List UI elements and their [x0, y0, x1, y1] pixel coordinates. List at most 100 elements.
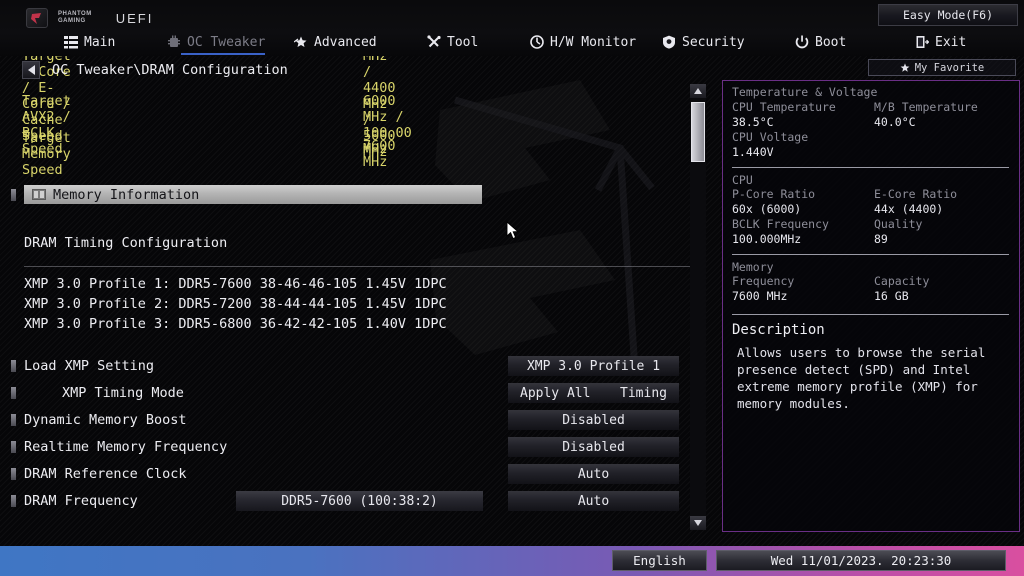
tab-advanced-label: Advanced [314, 34, 377, 50]
dram-reference-clock-value[interactable]: Auto [508, 464, 679, 484]
realtime-memory-frequency-label: Realtime Memory Frequency [24, 439, 228, 455]
load-xmp-setting-value[interactable]: XMP 3.0 Profile 1 [508, 356, 679, 376]
wrench-icon [427, 35, 441, 49]
cpu-voltage-value: 1.440V [732, 145, 774, 159]
cpu-section-title: CPU [732, 173, 753, 187]
tab-security[interactable]: Security [662, 28, 745, 56]
target-memory-label: Target Memory Speed [22, 130, 71, 178]
row-marker-dram-frequency [11, 495, 16, 507]
tab-tool-label: Tool [447, 34, 479, 50]
bclk-frequency-value: 100.000MHz [732, 232, 802, 246]
cpu-temperature-value: 38.5°C [732, 115, 774, 129]
description-title: Description [732, 322, 825, 338]
memory-module-icon [32, 189, 46, 200]
row-marker-dynamic-memory-boost [11, 414, 16, 426]
xmp-profile-line-3: XMP 3.0 Profile 3: DDR5-6800 36-42-42-10… [24, 316, 447, 332]
memory-information-label: Memory Information [53, 186, 200, 203]
dynamic-memory-boost-value[interactable]: Disabled [508, 410, 679, 430]
easy-mode-button[interactable]: Easy Mode(F6) [878, 4, 1018, 26]
temperature-voltage-title: Temperature & Voltage [732, 85, 878, 99]
content-divider [24, 266, 690, 267]
chevron-up-icon [694, 88, 702, 94]
brand-logo: PHANTOM GAMING UEFI [26, 8, 153, 28]
tab-oc-tweaker[interactable]: OC Tweaker [167, 28, 266, 56]
pcore-ratio-value: 60x (6000) [732, 202, 802, 216]
phantom-gaming-icon [26, 8, 48, 28]
status-bar: English Wed 11/01/2023. 20:23:30 [0, 546, 1024, 576]
exit-door-icon [915, 35, 930, 49]
my-favorite-button[interactable]: My Favorite [868, 59, 1016, 76]
content-scrollbar[interactable] [690, 84, 706, 530]
tab-security-label: Security [682, 34, 745, 50]
star-icon [900, 62, 910, 72]
mb-temperature-value: 40.0°C [874, 115, 916, 129]
row-marker-memory-information [11, 189, 16, 201]
cpu-voltage-key: CPU Voltage [732, 130, 809, 144]
xmp-profile-line-1: XMP 3.0 Profile 1: DDR5-7600 38-46-46-10… [24, 276, 447, 292]
dram-frequency-label: DRAM Frequency [24, 493, 138, 509]
cpu-voltage-spacer-2 [874, 145, 1019, 160]
temperature-grid: CPU Temperature M/B Temperature 38.5°C 4… [723, 100, 1019, 160]
dram-frequency-selected-option[interactable]: DDR5-7600 (100:38:2) [236, 491, 483, 511]
sidebar-divider-3 [732, 314, 1009, 315]
tab-main[interactable]: Main [64, 28, 115, 56]
cpu-temperature-key: CPU Temperature [732, 100, 836, 114]
tab-boot[interactable]: Boot [795, 28, 846, 56]
quality-value: 89 [874, 232, 888, 246]
pcore-ratio-key: P-Core Ratio [732, 187, 816, 201]
main-tabs: Main OC Tweaker Advanced Tool H/W Monito… [0, 28, 1024, 56]
cpu-voltage-spacer [874, 130, 1019, 145]
dram-reference-clock-label: DRAM Reference Clock [24, 466, 187, 482]
dynamic-memory-boost-label: Dynamic Memory Boost [24, 412, 187, 428]
header-bar: PHANTOM GAMING UEFI Easy Mode(F6) Main O… [0, 0, 1024, 56]
realtime-memory-frequency-value[interactable]: Disabled [508, 437, 679, 457]
row-marker-dram-reference-clock [11, 468, 16, 480]
tab-main-label: Main [84, 34, 116, 50]
dram-frequency-value[interactable]: Auto [508, 491, 679, 511]
tab-tool[interactable]: Tool [427, 28, 478, 56]
xmp-timing-mode-value[interactable]: Apply All Timing [508, 383, 679, 403]
setting-row-load-xmp: Load XMP Setting XMP 3.0 Profile 1 [0, 356, 690, 378]
tab-oc-tweaker-underline [181, 53, 266, 55]
my-favorite-label: My Favorite [914, 61, 985, 74]
setting-row-dram-reference-clock: DRAM Reference Clock Auto [0, 464, 690, 486]
tab-oc-tweaker-label: OC Tweaker [187, 34, 266, 50]
datetime-display[interactable]: Wed 11/01/2023. 20:23:30 [716, 550, 1006, 571]
tab-boot-label: Boot [815, 34, 847, 50]
xmp-timing-mode-value-primary: Apply All [520, 385, 591, 401]
main-content: Target P-Core / E-Core / Cache Speed 600… [0, 32, 690, 530]
chevron-down-icon [694, 520, 702, 526]
dram-timing-configuration-heading: DRAM Timing Configuration [24, 235, 228, 251]
sidebar-divider-1 [732, 167, 1009, 168]
tab-hw-monitor-label: H/W Monitor [550, 34, 637, 50]
star-arrow-icon [293, 35, 308, 49]
ecore-ratio-key: E-Core Ratio [874, 187, 958, 201]
brand-text: PHANTOM GAMING [58, 11, 92, 25]
setting-row-dram-frequency: DRAM Frequency DDR5-7600 (100:38:2) Auto [0, 491, 690, 513]
setting-row-dynamic-memory-boost: Dynamic Memory Boost Disabled [0, 410, 690, 432]
row-marker-realtime-memory-frequency [11, 441, 16, 453]
row-marker-load-xmp [11, 360, 16, 372]
tab-hw-monitor[interactable]: H/W Monitor [530, 28, 636, 56]
tab-exit[interactable]: Exit [915, 28, 966, 56]
memory-capacity-value: 16 GB [874, 289, 909, 303]
target-memory-value: 7600 MHz [363, 138, 396, 170]
gauge-icon [530, 35, 544, 49]
scrollbar-thumb[interactable] [691, 102, 705, 162]
scroll-down-button[interactable] [690, 516, 706, 530]
xmp-timing-mode-value-secondary: Timing [620, 385, 667, 401]
breadcrumb: OC Tweaker\DRAM Configuration [52, 62, 288, 78]
quality-key: Quality [874, 217, 923, 231]
power-icon [795, 35, 809, 49]
back-button[interactable] [22, 61, 40, 79]
tab-exit-label: Exit [935, 34, 967, 50]
menu-item-memory-information[interactable]: Memory Information [24, 185, 482, 204]
scroll-up-button[interactable] [690, 84, 706, 98]
setting-row-xmp-timing-mode: XMP Timing Mode Apply All Timing [0, 383, 690, 405]
tab-advanced[interactable]: Advanced [293, 28, 377, 56]
uefi-label: UEFI [115, 10, 154, 26]
back-arrow-icon [27, 65, 35, 75]
description-body: Allows users to browse the serial presen… [737, 345, 986, 411]
setting-row-realtime-memory-frequency: Realtime Memory Frequency Disabled [0, 437, 690, 459]
language-selector[interactable]: English [612, 550, 707, 571]
